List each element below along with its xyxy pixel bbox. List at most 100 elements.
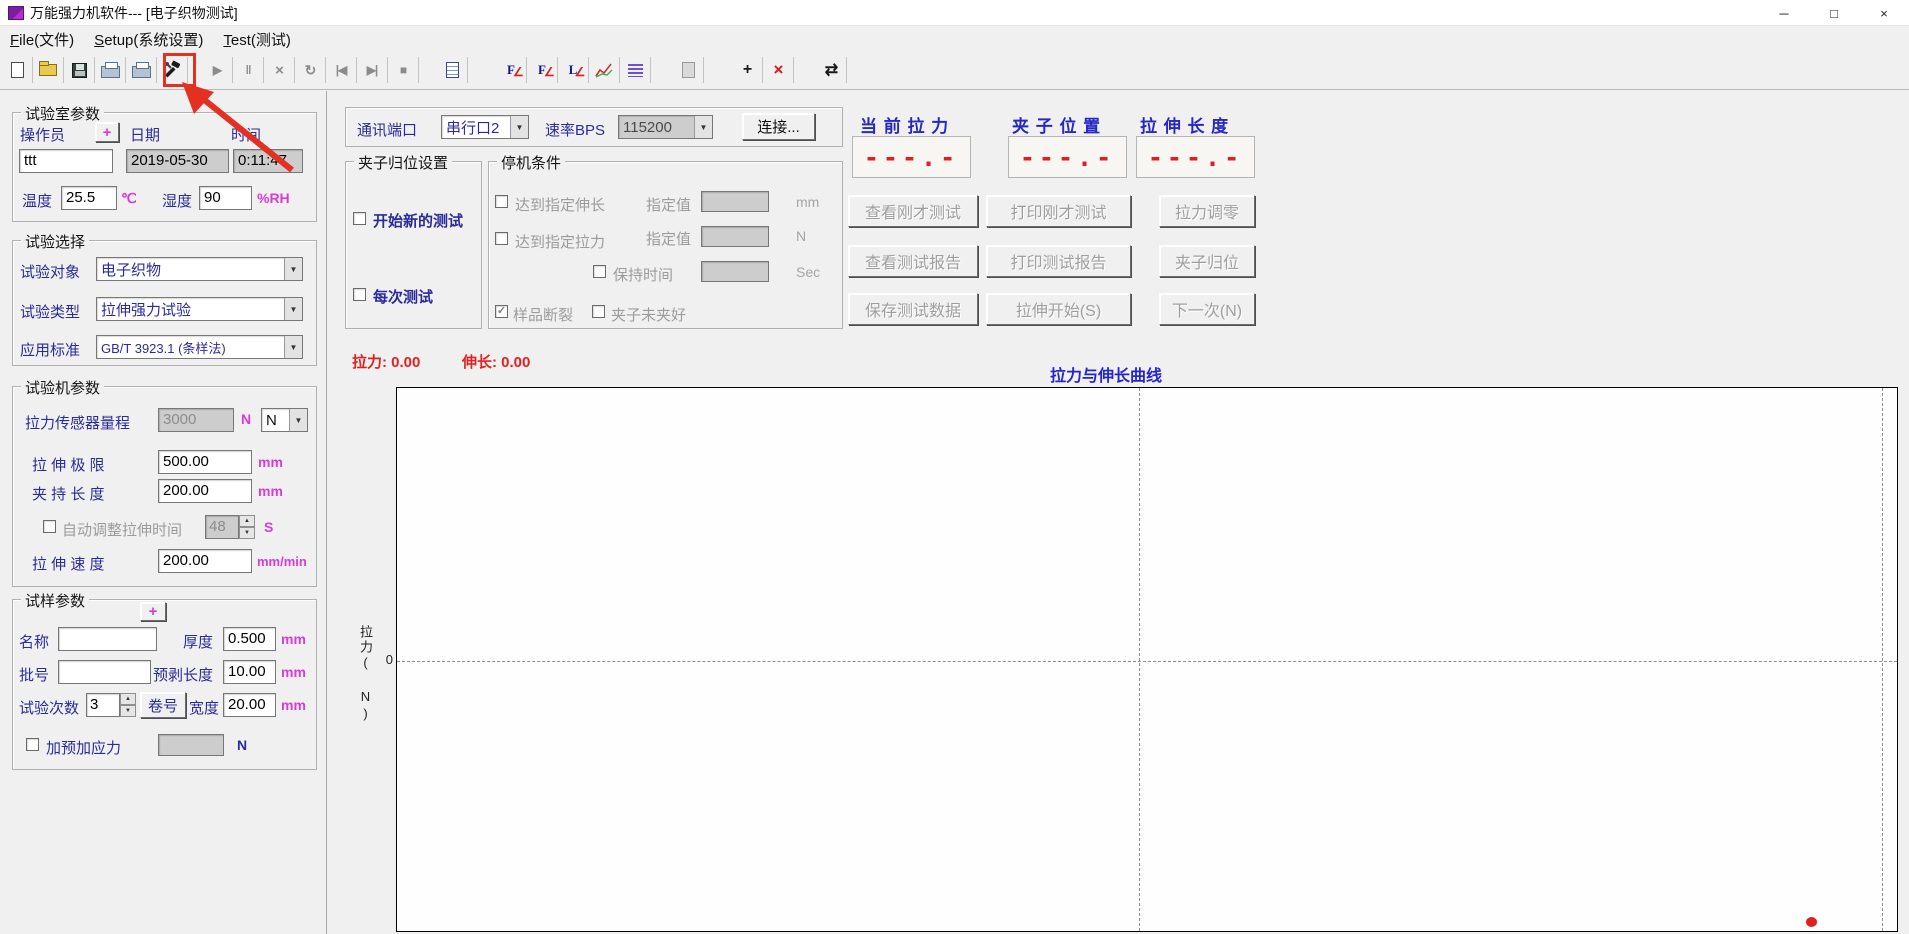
force-unit-select[interactable]: N ▼ bbox=[261, 408, 308, 432]
hold-time-checkbox[interactable] bbox=[593, 265, 606, 278]
print-button[interactable] bbox=[97, 56, 123, 84]
list-icon bbox=[628, 64, 643, 77]
open-file-button[interactable] bbox=[35, 56, 61, 84]
length-curve-button[interactable]: L∠ bbox=[560, 56, 586, 84]
print-report-button[interactable]: 打印测试报告 bbox=[986, 245, 1131, 277]
menu-test[interactable]: Test(测试) bbox=[213, 27, 301, 52]
dropdown-arrow-icon[interactable]: ▼ bbox=[284, 336, 302, 358]
zero-force-button[interactable]: 拉力调零 bbox=[1159, 195, 1255, 227]
report-doc-icon bbox=[446, 62, 459, 78]
test-type-label: 试验类型 bbox=[20, 301, 80, 322]
spin-up-icon[interactable]: ▲ bbox=[120, 693, 136, 705]
stop-button[interactable]: ■ bbox=[390, 56, 416, 84]
add-specimen-button[interactable]: + bbox=[140, 602, 166, 621]
sensor-range-field: 3000 bbox=[158, 408, 234, 432]
go-first-button[interactable]: |◀ bbox=[328, 56, 354, 84]
spin-up-icon[interactable]: ▲ bbox=[239, 515, 255, 527]
cancel-button[interactable]: × bbox=[266, 56, 292, 84]
connect-button[interactable]: 连接... bbox=[742, 113, 815, 140]
view-report-button[interactable]: 查看测试报告 bbox=[848, 245, 978, 277]
curve-graph-button[interactable] bbox=[591, 56, 617, 84]
dropdown-arrow-icon[interactable]: ▼ bbox=[694, 116, 712, 138]
date-field: 2019-05-30 bbox=[126, 149, 229, 173]
dropdown-arrow-icon[interactable]: ▼ bbox=[289, 409, 307, 431]
start-tensile-button[interactable]: 拉伸开始(S) bbox=[986, 293, 1131, 325]
clamp-position-header: 夹 子 位 置 bbox=[1012, 112, 1101, 137]
baud-rate-select[interactable]: 115200 ▼ bbox=[618, 115, 713, 139]
new-file-button[interactable] bbox=[4, 56, 30, 84]
hold-time-unit: Sec bbox=[796, 264, 820, 280]
save-data-button[interactable] bbox=[675, 56, 701, 84]
next-test-button[interactable]: 下一次(N) bbox=[1159, 293, 1255, 325]
print-last-test-button[interactable]: 打印刚才测试 bbox=[986, 195, 1131, 227]
force-curve-2-button[interactable]: F∠ bbox=[529, 56, 555, 84]
dropdown-arrow-icon[interactable]: ▼ bbox=[284, 258, 302, 280]
time-label: 时间 bbox=[231, 124, 261, 145]
start-button[interactable]: ▶ bbox=[204, 56, 230, 84]
print-preview-button[interactable] bbox=[128, 56, 154, 84]
save-file-button[interactable] bbox=[66, 56, 92, 84]
minimize-button[interactable]: ─ bbox=[1759, 0, 1809, 26]
dropdown-arrow-icon[interactable]: ▼ bbox=[284, 298, 302, 320]
menu-file[interactable]: File(文件) bbox=[0, 27, 84, 52]
menu-setup[interactable]: Setup(系统设置) bbox=[84, 27, 213, 52]
view-last-test-button[interactable]: 查看刚才测试 bbox=[848, 195, 978, 227]
close-button[interactable]: × bbox=[1859, 0, 1909, 26]
pause-button[interactable]: ‖ bbox=[235, 56, 261, 84]
specimen-name-input[interactable] bbox=[58, 627, 157, 651]
auto-time-checkbox[interactable] bbox=[43, 520, 56, 533]
standard-select[interactable]: GB/T 3923.1 (条样法) ▼ bbox=[96, 335, 303, 359]
tensile-limit-input[interactable]: 500.00 bbox=[158, 450, 252, 474]
red-x-icon: × bbox=[774, 60, 783, 80]
chart-red-marker bbox=[1806, 917, 1817, 927]
clamp-loose-label: 夹子未夹好 bbox=[611, 304, 686, 325]
save-icon bbox=[72, 63, 87, 78]
batch-input[interactable] bbox=[58, 660, 151, 684]
maximize-button[interactable]: □ bbox=[1809, 0, 1859, 26]
force-stop-checkbox[interactable] bbox=[495, 232, 508, 245]
auto-time-spinner[interactable]: 48 ▲▼ bbox=[205, 515, 255, 539]
add-operator-button[interactable]: + bbox=[95, 122, 119, 142]
minimize-icon: ─ bbox=[1779, 6, 1788, 21]
peel-length-input[interactable]: 10.00 bbox=[223, 660, 276, 684]
comm-port-label: 通讯端口 bbox=[357, 119, 417, 140]
thickness-input[interactable]: 0.500 bbox=[223, 627, 276, 651]
title-bar: 万能强力机软件--- [电子织物测试] ─ □ × bbox=[0, 0, 1909, 26]
humidity-input[interactable]: 90 bbox=[199, 186, 252, 210]
delete-test-button[interactable]: × bbox=[765, 56, 791, 84]
width-input[interactable]: 20.00 bbox=[223, 693, 276, 717]
force-curve-1-button[interactable]: F∠ bbox=[498, 56, 524, 84]
spin-down-icon[interactable]: ▼ bbox=[120, 705, 136, 717]
grip-length-label: 夹 持 长 度 bbox=[32, 483, 105, 504]
preload-checkbox[interactable] bbox=[26, 738, 39, 751]
temperature-input[interactable]: 25.5 bbox=[61, 186, 117, 210]
grip-length-input[interactable]: 200.00 bbox=[158, 479, 252, 503]
elongation-stop-checkbox[interactable] bbox=[495, 195, 508, 208]
lab-params-title: 试验室参数 bbox=[21, 103, 104, 124]
speed-input[interactable]: 200.00 bbox=[158, 549, 252, 573]
reset-button[interactable]: ↻ bbox=[297, 56, 323, 84]
add-test-button[interactable]: + bbox=[734, 56, 760, 84]
current-force-display: ---.- bbox=[852, 136, 971, 178]
highlight-box-annotation bbox=[163, 53, 196, 87]
spin-down-icon[interactable]: ▼ bbox=[239, 527, 255, 539]
data-list-button[interactable] bbox=[622, 56, 648, 84]
go-last-button[interactable]: ▶| bbox=[359, 56, 385, 84]
new-test-homing-checkbox[interactable] bbox=[353, 212, 366, 225]
time-field: 0:11:47 bbox=[233, 149, 303, 173]
comm-port-select[interactable]: 串行口2 ▼ bbox=[441, 115, 529, 139]
test-object-select[interactable]: 电子织物 ▼ bbox=[96, 257, 303, 281]
operator-input[interactable]: ttt bbox=[19, 149, 113, 173]
test-count-spinner[interactable]: 3 ▲▼ bbox=[86, 693, 136, 717]
dropdown-arrow-icon[interactable]: ▼ bbox=[510, 116, 528, 138]
each-test-homing-checkbox[interactable] bbox=[353, 288, 366, 301]
roll-number-button[interactable]: 卷号 bbox=[140, 692, 186, 718]
sample-break-checkbox[interactable] bbox=[495, 305, 508, 318]
transfer-data-button[interactable]: ⇄ bbox=[818, 56, 844, 84]
save-test-data-button[interactable]: 保存测试数据 bbox=[848, 293, 978, 325]
test-report-button[interactable] bbox=[439, 56, 465, 84]
stop-icon: ■ bbox=[400, 63, 406, 77]
test-type-select[interactable]: 拉伸强力试验 ▼ bbox=[96, 297, 303, 321]
clamp-home-button[interactable]: 夹子归位 bbox=[1159, 245, 1255, 277]
clamp-loose-checkbox[interactable] bbox=[592, 305, 605, 318]
